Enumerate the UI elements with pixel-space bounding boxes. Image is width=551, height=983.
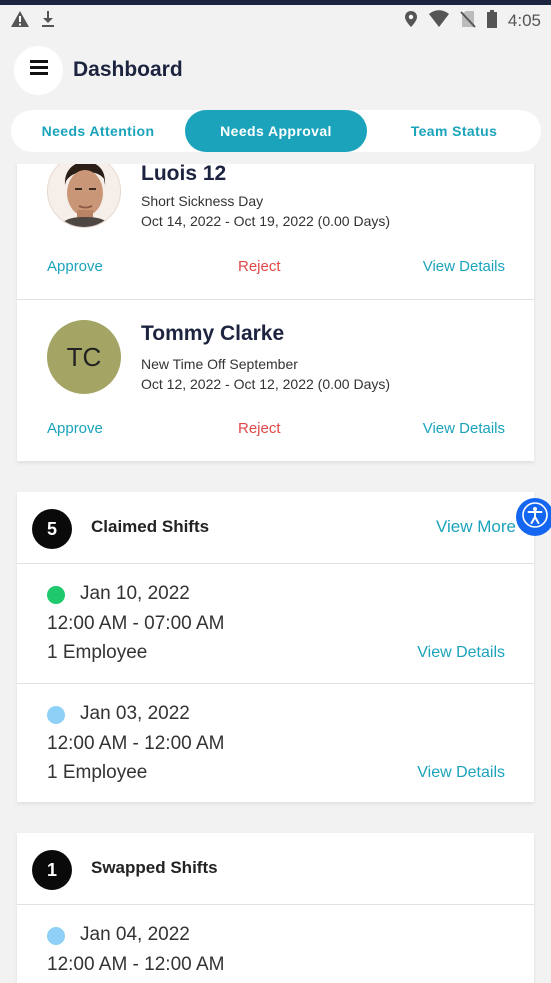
shift-employees: 1 Employee <box>47 762 148 783</box>
employee-name: Luois 12 <box>141 164 227 185</box>
claimed-shifts-card: 5 Claimed Shifts View More Jan 10, 2022 … <box>17 492 534 802</box>
shift-employees: 1 Employee <box>47 642 148 663</box>
tab-needs-attention[interactable]: Needs Attention <box>11 110 185 152</box>
request-item: TC Tommy Clarke New Time Off September O… <box>17 299 534 461</box>
menu-button[interactable] <box>14 45 63 95</box>
request-item: Luois 12 Short Sickness Day Oct 14, 2022… <box>17 164 534 299</box>
view-details-button[interactable]: View Details <box>423 420 505 437</box>
request-dates: Oct 14, 2022 - Oct 19, 2022 (0.00 Days) <box>141 213 391 229</box>
status-dot <box>47 586 65 604</box>
employee-name: Tommy Clarke <box>141 322 285 345</box>
avatar <box>47 164 121 228</box>
count-badge: 1 <box>32 850 72 890</box>
shift-item: Jan 04, 2022 12:00 AM - 12:00 AM <box>17 905 534 983</box>
request-type: New Time Off September <box>141 356 298 372</box>
reject-button[interactable]: Reject <box>238 258 281 275</box>
tab-needs-approval[interactable]: Needs Approval <box>185 110 367 152</box>
count-badge: 5 <box>32 509 72 549</box>
swapped-shifts-card: 1 Swapped Shifts Jan 04, 2022 12:00 AM -… <box>17 833 534 983</box>
page-title: Dashboard <box>73 58 183 81</box>
shift-date: Jan 04, 2022 <box>80 924 190 945</box>
section-title: Claimed Shifts <box>91 517 210 536</box>
shift-item: Jan 10, 2022 12:00 AM - 07:00 AM 1 Emplo… <box>17 564 534 683</box>
download-icon <box>40 10 56 33</box>
status-dot <box>47 927 65 945</box>
view-details-button[interactable]: View Details <box>423 258 505 275</box>
status-dot <box>47 706 65 724</box>
shift-time: 12:00 AM - 07:00 AM <box>47 613 225 634</box>
section-title: Swapped Shifts <box>91 858 218 877</box>
shift-time: 12:00 AM - 12:00 AM <box>47 733 225 754</box>
approve-button[interactable]: Approve <box>47 258 103 275</box>
shift-date: Jan 10, 2022 <box>80 583 190 604</box>
view-details-button[interactable]: View Details <box>417 764 505 782</box>
reject-button[interactable]: Reject <box>238 420 281 437</box>
wifi-icon <box>428 9 450 33</box>
tab-bar: Needs Attention Needs Approval Team Stat… <box>11 110 541 152</box>
accessibility-button[interactable] <box>516 498 551 536</box>
section-header: 5 Claimed Shifts View More <box>17 492 534 564</box>
view-more-link[interactable]: View More <box>436 517 516 537</box>
hamburger-menu-icon <box>29 60 48 80</box>
view-details-button[interactable]: View Details <box>417 644 505 662</box>
warning-icon <box>10 10 30 33</box>
request-dates: Oct 12, 2022 - Oct 12, 2022 (0.00 Days) <box>141 376 391 392</box>
approval-requests-card: Luois 12 Short Sickness Day Oct 14, 2022… <box>17 164 534 461</box>
dashboard-content[interactable]: Luois 12 Short Sickness Day Oct 14, 2022… <box>0 164 551 983</box>
approve-button[interactable]: Approve <box>47 420 103 437</box>
status-bar: 4:05 <box>0 5 551 37</box>
shift-item: Jan 03, 2022 12:00 AM - 12:00 AM 1 Emplo… <box>17 683 534 802</box>
app-header: Dashboard <box>14 45 537 95</box>
request-type: Short Sickness Day <box>141 193 264 209</box>
section-header: 1 Swapped Shifts <box>17 833 534 905</box>
accessibility-icon <box>522 501 548 533</box>
shift-time: 12:00 AM - 12:00 AM <box>47 954 225 975</box>
location-icon <box>404 10 418 33</box>
tab-team-status[interactable]: Team Status <box>367 110 541 152</box>
clock: 4:05 <box>507 11 541 30</box>
shift-date: Jan 03, 2022 <box>80 703 190 724</box>
avatar: TC <box>47 320 121 394</box>
no-sim-icon <box>460 10 476 33</box>
battery-icon <box>486 9 498 33</box>
